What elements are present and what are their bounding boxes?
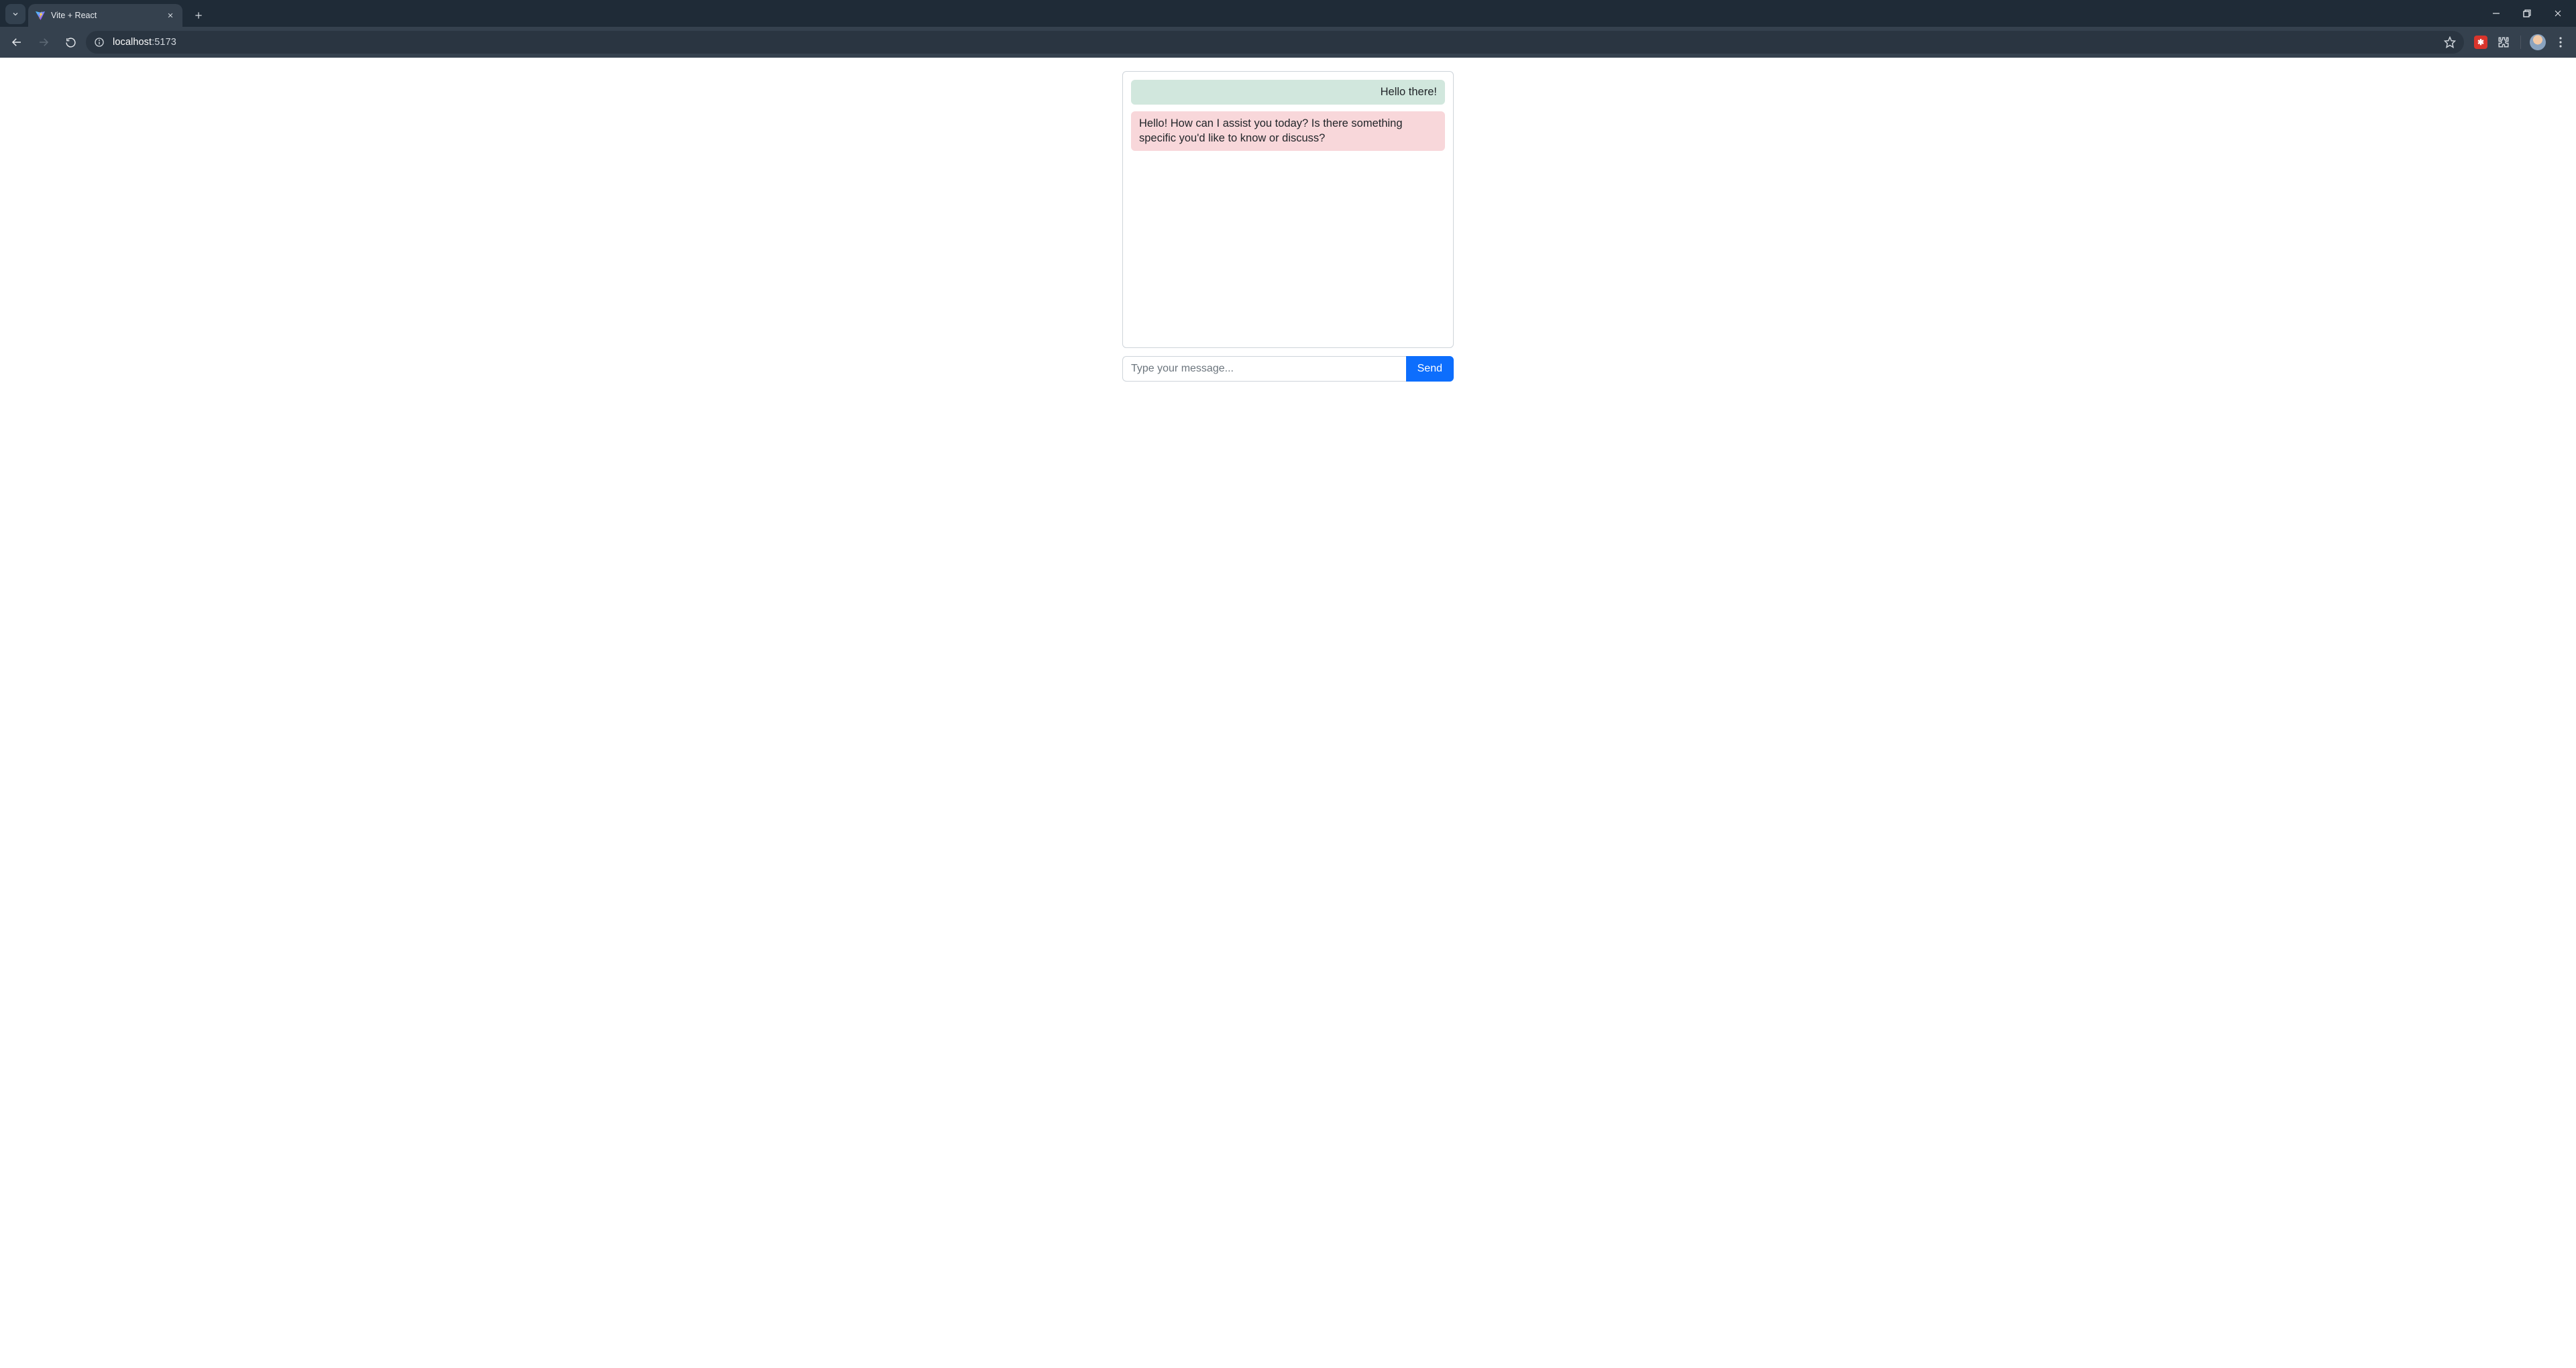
tab-title: Vite + React — [51, 11, 160, 20]
nav-forward-button[interactable] — [32, 31, 55, 54]
new-tab-button[interactable] — [189, 6, 208, 25]
send-button[interactable]: Send — [1406, 356, 1454, 382]
message-input[interactable] — [1122, 356, 1406, 382]
extension-button[interactable]: ✱ — [2471, 32, 2491, 52]
chat-messages[interactable]: Hello there! Hello! How can I assist you… — [1122, 71, 1454, 348]
close-icon — [167, 12, 174, 19]
window-close-button[interactable] — [2542, 3, 2573, 24]
nav-reload-button[interactable] — [59, 31, 82, 54]
window-controls — [2481, 0, 2573, 27]
avatar-icon — [2530, 34, 2546, 50]
toolbar-divider — [2520, 36, 2521, 49]
browser-chrome: Vite + React — [0, 0, 2576, 58]
arrow-right-icon — [38, 36, 50, 48]
extensions-menu-button[interactable] — [2493, 32, 2514, 52]
reload-icon — [65, 37, 76, 48]
profile-button[interactable] — [2528, 32, 2548, 52]
vite-favicon-icon — [35, 10, 46, 21]
browser-menu-button[interactable] — [2551, 32, 2571, 52]
chat-message-user: Hello there! — [1131, 80, 1445, 105]
nav-back-button[interactable] — [5, 31, 28, 54]
info-icon — [94, 37, 105, 48]
chevron-down-icon — [11, 10, 19, 18]
tab-strip: Vite + React — [0, 0, 2576, 27]
minimize-icon — [2492, 9, 2500, 17]
tab-search-button[interactable] — [5, 4, 25, 24]
plus-icon — [194, 11, 203, 20]
arrow-left-icon — [11, 36, 23, 48]
site-info-button[interactable] — [93, 36, 106, 49]
browser-toolbar: localhost:5173 ✱ — [0, 27, 2576, 58]
url-rest: :5173 — [152, 37, 176, 48]
address-bar[interactable]: localhost:5173 — [86, 31, 2464, 54]
window-maximize-button[interactable] — [2512, 3, 2542, 24]
puzzle-icon — [2498, 36, 2510, 48]
maximize-icon — [2523, 9, 2531, 17]
window-minimize-button[interactable] — [2481, 3, 2512, 24]
page-content: Hello there! Hello! How can I assist you… — [0, 58, 2576, 382]
bookmark-button[interactable] — [2443, 35, 2457, 50]
chat-app: Hello there! Hello! How can I assist you… — [1122, 71, 1454, 382]
url-host: localhost — [113, 37, 152, 48]
url-text: localhost:5173 — [113, 37, 2436, 48]
chat-message-bot: Hello! How can I assist you today? Is th… — [1131, 111, 1445, 151]
tab-close-button[interactable] — [165, 10, 176, 21]
chat-input-row: Send — [1122, 356, 1454, 382]
extensions-area: ✱ — [2471, 32, 2571, 52]
extension-red-icon: ✱ — [2474, 36, 2487, 49]
browser-tab[interactable]: Vite + React — [28, 4, 182, 27]
star-icon — [2444, 36, 2456, 48]
kebab-icon — [2559, 37, 2562, 48]
close-icon — [2554, 9, 2562, 17]
